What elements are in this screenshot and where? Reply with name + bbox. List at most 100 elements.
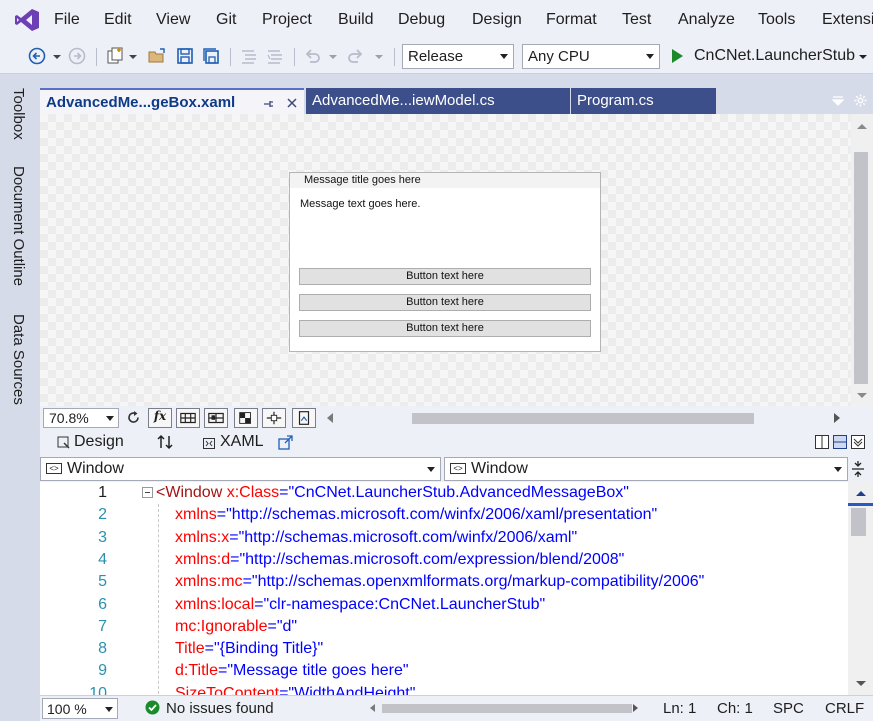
save-icon[interactable] <box>176 47 194 65</box>
menu-format[interactable]: Format <box>546 11 597 29</box>
scroll-down-icon[interactable] <box>855 680 867 688</box>
collapse-outline-icon[interactable] <box>142 487 153 498</box>
scroll-down-icon[interactable] <box>856 392 868 400</box>
refresh-icon[interactable] <box>126 410 141 425</box>
solution-configuration-combo[interactable]: Release <box>402 44 514 69</box>
redo-icon[interactable] <box>346 47 364 65</box>
element-navigation-combo-left[interactable]: <> Window <box>40 457 441 481</box>
device-preview-icon[interactable] <box>292 408 316 428</box>
transparency-checkerboard-icon[interactable] <box>234 408 258 428</box>
menu-tools[interactable]: Tools <box>758 11 795 29</box>
snap-gridlines-icon[interactable] <box>204 408 228 428</box>
code-line[interactable]: xmlns:x="http://schemas.microsoft.com/wi… <box>175 529 577 547</box>
scroll-up-icon[interactable] <box>855 489 867 497</box>
side-tab-toolbox[interactable]: Toolbox <box>10 88 27 140</box>
scroll-thumb[interactable] <box>854 152 868 384</box>
tab-xaml[interactable]: XAML <box>220 433 264 451</box>
menu-view[interactable]: View <box>156 11 190 29</box>
scroll-right-icon[interactable] <box>832 412 842 424</box>
collapse-pane-icon[interactable] <box>851 435 865 449</box>
navigate-forward-icon[interactable] <box>68 47 86 65</box>
uncomment-lines-icon[interactable] <box>266 47 284 65</box>
editor-horizontal-scroll-thumb[interactable] <box>382 704 632 713</box>
close-icon[interactable] <box>286 97 298 109</box>
tab-list-dropdown-icon[interactable] <box>832 95 844 107</box>
pin-icon[interactable] <box>262 98 274 110</box>
scroll-up-icon[interactable] <box>856 122 868 130</box>
horizontal-split-icon[interactable] <box>833 435 847 449</box>
tab-program-cs[interactable]: Program.cs <box>571 88 716 114</box>
new-dropdown-icon[interactable] <box>128 47 138 65</box>
vertical-split-icon[interactable] <box>815 435 829 449</box>
menu-project[interactable]: Project <box>262 11 312 29</box>
tab-advanced-message-box-viewmodel-cs[interactable]: AdvancedMe...iewModel.cs <box>306 88 570 114</box>
new-project-icon[interactable] <box>106 47 124 65</box>
menu-design[interactable]: Design <box>472 11 522 29</box>
side-tab-document-outline[interactable]: Document Outline <box>10 166 27 286</box>
back-dropdown-icon[interactable] <box>52 47 62 65</box>
menu-extensions[interactable]: Extensi <box>822 11 873 29</box>
menu-test[interactable]: Test <box>622 11 651 29</box>
code-line[interactable]: d:Title="Message title goes here" <box>175 662 409 680</box>
code-line[interactable]: Title="{Binding Title}" <box>175 640 323 658</box>
scroll-right-icon[interactable] <box>632 703 640 713</box>
save-all-icon[interactable] <box>202 47 220 65</box>
menu-edit[interactable]: Edit <box>104 11 132 29</box>
code-line[interactable]: xmlns="http://schemas.microsoft.com/winf… <box>175 506 657 524</box>
comment-lines-icon[interactable] <box>240 47 258 65</box>
open-file-icon[interactable] <box>148 47 166 65</box>
column-indicator[interactable]: Ch: 1 <box>717 700 753 717</box>
tab-design[interactable]: Design <box>74 433 124 451</box>
xaml-equals: = <box>279 484 289 501</box>
message-box-button-3[interactable]: Button text here <box>299 320 591 337</box>
message-box-button-2[interactable]: Button text here <box>299 294 591 311</box>
effects-toggle-button[interactable]: fx <box>148 408 172 428</box>
swap-panes-icon[interactable] <box>157 434 173 450</box>
line-number: 7 <box>98 617 107 635</box>
menu-debug[interactable]: Debug <box>398 11 445 29</box>
solution-platform-combo[interactable]: Any CPU <box>522 44 660 69</box>
snap-to-snaplines-icon[interactable] <box>262 408 286 428</box>
whitespace-indicator[interactable]: SPC <box>773 700 804 717</box>
editor-zoom-combo[interactable]: 100 % <box>42 698 118 719</box>
tab-advanced-message-box-xaml[interactable]: AdvancedMe...geBox.xaml <box>40 88 304 114</box>
editor-vertical-scrollbar[interactable] <box>848 482 873 695</box>
undo-icon[interactable] <box>304 47 322 65</box>
navigate-back-icon[interactable] <box>28 47 46 65</box>
code-line[interactable]: xmlns:local="clr-namespace:CnCNet.Launch… <box>175 596 545 614</box>
side-tab-data-sources[interactable]: Data Sources <box>10 314 27 405</box>
split-editor-icon[interactable] <box>851 460 865 478</box>
code-line[interactable]: SizeToContent="WidthAndHeight" <box>175 685 415 695</box>
menu-build[interactable]: Build <box>338 11 374 29</box>
code-line[interactable]: mc:Ignorable="d" <box>175 618 297 636</box>
line-indicator[interactable]: Ln: 1 <box>663 700 696 717</box>
line-ending-indicator[interactable]: CRLF <box>825 700 864 717</box>
code-line[interactable]: <Window x:Class="CnCNet.LauncherStub.Adv… <box>156 484 629 502</box>
code-line[interactable]: xmlns:d="http://schemas.microsoft.com/ex… <box>175 551 624 569</box>
grid-icon[interactable] <box>176 408 200 428</box>
menu-git[interactable]: Git <box>216 11 236 29</box>
start-play-icon[interactable] <box>668 47 686 65</box>
check-circle-icon[interactable] <box>145 700 160 715</box>
menu-file[interactable]: File <box>54 11 80 29</box>
redo-dropdown-icon[interactable] <box>374 47 384 65</box>
designer-horizontal-scroll-thumb[interactable] <box>412 413 754 424</box>
visual-studio-logo-icon[interactable] <box>14 8 40 32</box>
message-box-preview[interactable]: Message title goes here Message text goe… <box>289 172 601 352</box>
start-dropdown-icon[interactable] <box>858 47 868 65</box>
undo-dropdown-icon[interactable] <box>328 47 338 65</box>
gear-icon[interactable] <box>854 94 867 107</box>
scroll-left-icon[interactable] <box>325 412 335 424</box>
designer-vertical-scrollbar[interactable] <box>851 114 873 406</box>
element-navigation-combo-right[interactable]: <> Window <box>444 457 848 481</box>
issues-status[interactable]: No issues found <box>166 700 274 717</box>
menu-analyze[interactable]: Analyze <box>678 11 735 29</box>
start-target-button[interactable]: CnCNet.LauncherStub <box>694 47 855 65</box>
popout-xaml-icon[interactable] <box>278 435 293 450</box>
scroll-left-icon[interactable] <box>368 703 376 713</box>
xaml-code-editor[interactable]: 1 2 3 4 5 6 7 8 9 10 <Window x:Class="CnCNet.Launc… <box>40 482 848 695</box>
message-box-button-1[interactable]: Button text here <box>299 268 591 285</box>
designer-zoom-combo[interactable]: 70.8% <box>43 408 119 428</box>
code-line[interactable]: xmlns:mc="http://schemas.openxmlformats.… <box>175 573 704 591</box>
scroll-thumb[interactable] <box>851 508 866 536</box>
